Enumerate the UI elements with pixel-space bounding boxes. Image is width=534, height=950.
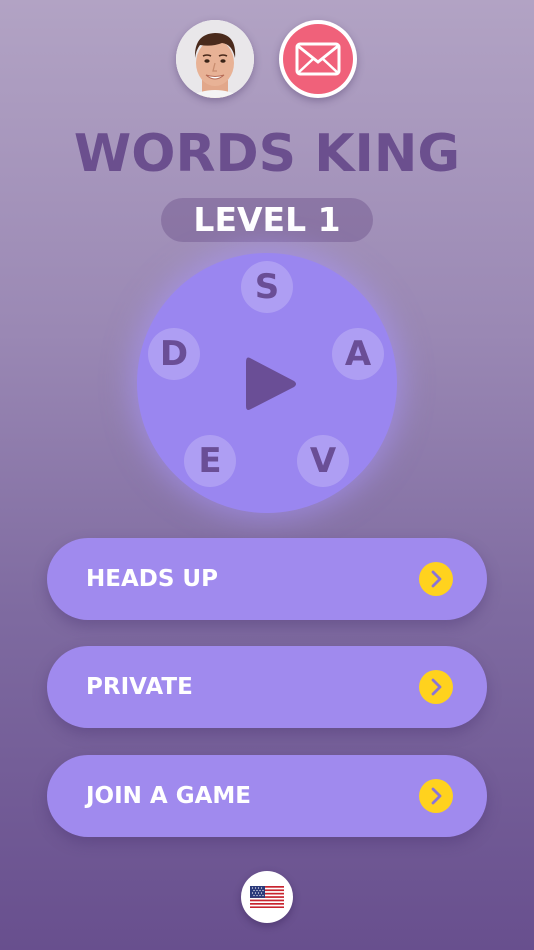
play-icon[interactable] <box>244 354 298 414</box>
join-game-label: JOIN A GAME <box>86 783 252 809</box>
chevron-right-icon <box>419 670 453 704</box>
join-game-button[interactable]: JOIN A GAME <box>47 755 487 837</box>
private-button[interactable]: PRIVATE <box>47 646 487 728</box>
wheel-letter[interactable]: A <box>332 328 384 380</box>
letter-wheel[interactable]: S A V E D <box>137 253 397 513</box>
language-button[interactable] <box>241 871 293 923</box>
chevron-right-icon <box>419 562 453 596</box>
app-title: WORDS KING <box>73 124 461 184</box>
mail-button[interactable] <box>279 20 357 98</box>
wheel-letter[interactable]: D <box>148 328 200 380</box>
profile-avatar[interactable] <box>176 20 254 98</box>
wheel-letter[interactable]: V <box>297 435 349 487</box>
chevron-right-icon <box>419 779 453 813</box>
private-label: PRIVATE <box>86 674 193 700</box>
level-badge: LEVEL 1 <box>161 198 373 242</box>
envelope-icon <box>295 42 341 76</box>
heads-up-button[interactable]: HEADS UP <box>47 538 487 620</box>
us-flag-icon <box>250 886 284 908</box>
user-avatar-icon <box>176 20 254 98</box>
wheel-letter[interactable]: E <box>184 435 236 487</box>
heads-up-label: HEADS UP <box>86 566 218 592</box>
wheel-letter[interactable]: S <box>241 261 293 313</box>
